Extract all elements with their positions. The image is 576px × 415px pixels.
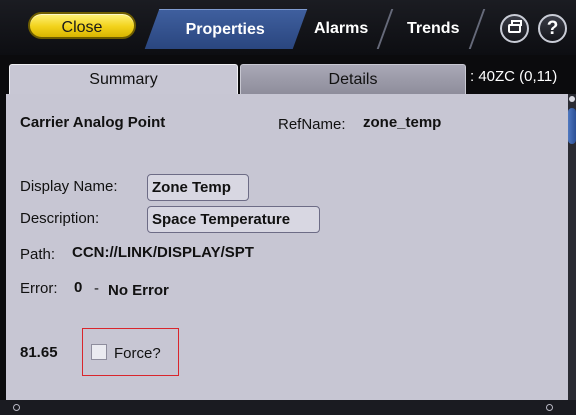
description-label: Description: (20, 210, 100, 227)
description-field[interactable]: Space Temperature (147, 206, 320, 233)
tab-details[interactable]: Details (240, 64, 466, 95)
tab-properties[interactable]: Properties (144, 9, 308, 49)
point-type: Carrier Analog Point (20, 114, 166, 131)
tab-trends[interactable]: Trends (382, 9, 486, 49)
error-label: Error: (20, 280, 58, 297)
left-corner-dot (13, 404, 20, 411)
tab-alarms[interactable]: Alarms (290, 9, 394, 49)
force-checkbox[interactable] (91, 344, 107, 360)
device-label: : 40ZC (0,11) (470, 68, 558, 85)
scroll-top-dot (569, 96, 575, 102)
force-label[interactable]: Force? (114, 345, 161, 362)
path-value: CCN://LINK/DISPLAY/SPT (72, 244, 254, 261)
close-button[interactable]: Close (28, 12, 136, 39)
printer-icon (508, 20, 522, 33)
print-button[interactable] (500, 14, 529, 43)
display-name-field[interactable]: Zone Temp (147, 174, 249, 201)
top-toolbar: Close Properties Alarms Trends ? (0, 0, 576, 55)
error-text: No Error (108, 282, 169, 299)
error-separator: - (94, 280, 99, 297)
error-code: 0 (74, 279, 83, 296)
refname-label: RefName: (278, 116, 346, 133)
present-value: 81.65 (20, 344, 58, 361)
help-button[interactable]: ? (538, 14, 567, 43)
refname-value: zone_temp (363, 114, 442, 131)
tab-trends-label: Trends (406, 20, 460, 37)
tab-properties-label: Properties (186, 21, 266, 38)
summary-panel: Carrier Analog Point RefName: zone_temp … (6, 94, 568, 400)
tab-alarms-label: Alarms (313, 20, 369, 37)
path-label: Path: (20, 246, 56, 263)
subtab-bar: Summary Details : 40ZC (0,11) (0, 56, 576, 95)
display-name-label: Display Name: (20, 178, 118, 195)
scroll-thumb[interactable] (568, 108, 576, 144)
tab-summary[interactable]: Summary (9, 64, 238, 95)
vertical-scrollbar[interactable] (568, 94, 576, 400)
right-corner-dot (546, 404, 553, 411)
bottom-bar (0, 400, 576, 415)
